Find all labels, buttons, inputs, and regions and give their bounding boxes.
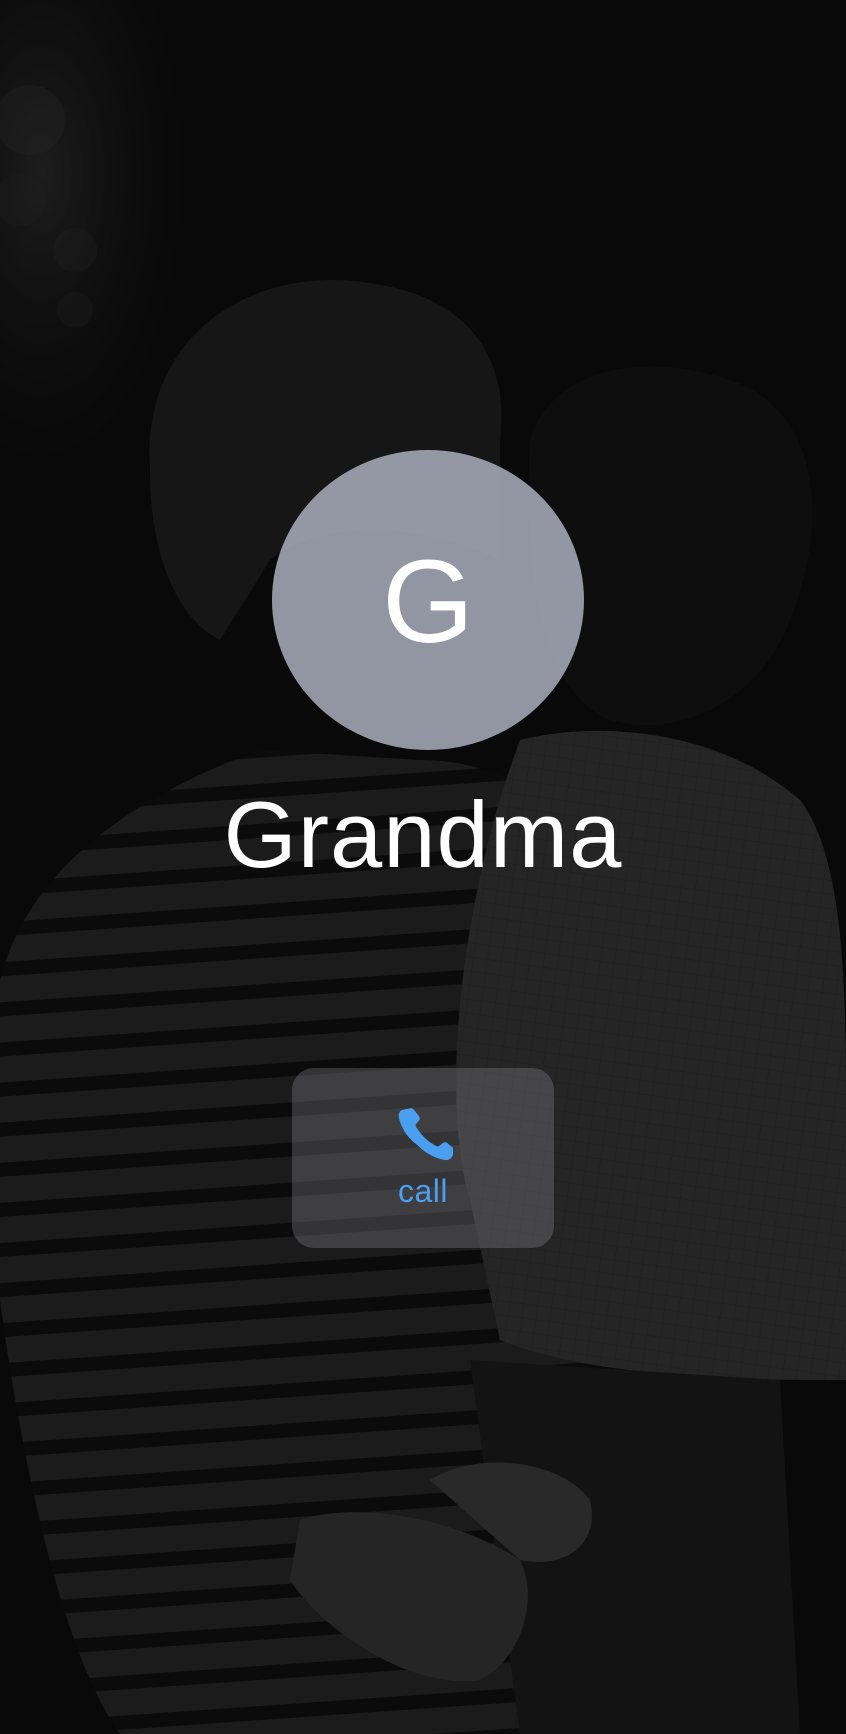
call-label: call xyxy=(397,1172,448,1209)
phone-icon xyxy=(398,1107,453,1160)
call-button[interactable]: call xyxy=(292,1068,554,1248)
contact-avatar: G xyxy=(272,450,584,750)
contact-card-screen: G Grandma call xyxy=(0,0,846,1734)
avatar-initial: G xyxy=(382,536,474,668)
contact-name: Grandma xyxy=(223,782,623,887)
